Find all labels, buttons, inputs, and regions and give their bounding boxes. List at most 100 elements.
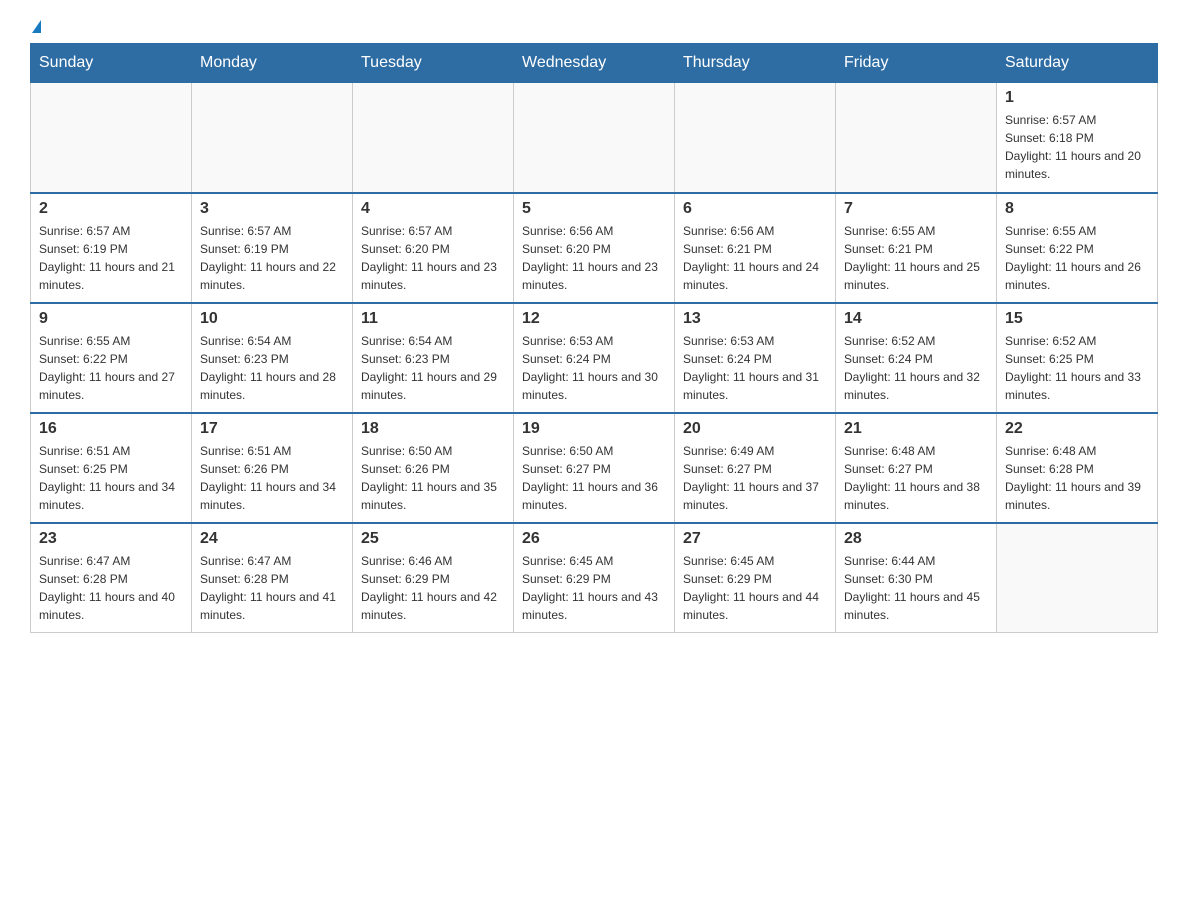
day-number: 3 — [200, 200, 344, 218]
day-info: Sunrise: 6:52 AM Sunset: 6:24 PM Dayligh… — [844, 332, 988, 404]
weekday-header-tuesday: Tuesday — [353, 44, 514, 83]
weekday-header-monday: Monday — [192, 44, 353, 83]
day-number: 23 — [39, 530, 183, 548]
day-info: Sunrise: 6:48 AM Sunset: 6:27 PM Dayligh… — [844, 442, 988, 514]
day-info: Sunrise: 6:54 AM Sunset: 6:23 PM Dayligh… — [200, 332, 344, 404]
calendar-cell: 26 Sunrise: 6:45 AM Sunset: 6:29 PM Dayli… — [514, 523, 675, 633]
calendar-cell — [836, 83, 997, 193]
day-info: Sunrise: 6:54 AM Sunset: 6:23 PM Dayligh… — [361, 332, 505, 404]
day-number: 6 — [683, 200, 827, 218]
day-number: 14 — [844, 310, 988, 328]
calendar-week-row-5: 23 Sunrise: 6:47 AM Sunset: 6:28 PM Dayli… — [31, 523, 1158, 633]
day-info: Sunrise: 6:56 AM Sunset: 6:21 PM Dayligh… — [683, 222, 827, 294]
calendar-cell: 7 Sunrise: 6:55 AM Sunset: 6:21 PM Daylig… — [836, 193, 997, 303]
day-info: Sunrise: 6:48 AM Sunset: 6:28 PM Dayligh… — [1005, 442, 1149, 514]
day-number: 18 — [361, 420, 505, 438]
day-number: 28 — [844, 530, 988, 548]
calendar-week-row-1: 1 Sunrise: 6:57 AM Sunset: 6:18 PM Daylig… — [31, 83, 1158, 193]
day-info: Sunrise: 6:44 AM Sunset: 6:30 PM Dayligh… — [844, 552, 988, 624]
calendar-cell: 22 Sunrise: 6:48 AM Sunset: 6:28 PM Dayli… — [997, 413, 1158, 523]
page-header — [30, 20, 1158, 33]
calendar-cell: 8 Sunrise: 6:55 AM Sunset: 6:22 PM Daylig… — [997, 193, 1158, 303]
day-number: 12 — [522, 310, 666, 328]
calendar-cell: 9 Sunrise: 6:55 AM Sunset: 6:22 PM Daylig… — [31, 303, 192, 413]
day-info: Sunrise: 6:47 AM Sunset: 6:28 PM Dayligh… — [39, 552, 183, 624]
calendar-cell: 13 Sunrise: 6:53 AM Sunset: 6:24 PM Dayli… — [675, 303, 836, 413]
weekday-header-wednesday: Wednesday — [514, 44, 675, 83]
calendar-cell: 27 Sunrise: 6:45 AM Sunset: 6:29 PM Dayli… — [675, 523, 836, 633]
calendar-cell: 16 Sunrise: 6:51 AM Sunset: 6:25 PM Dayli… — [31, 413, 192, 523]
day-info: Sunrise: 6:45 AM Sunset: 6:29 PM Dayligh… — [522, 552, 666, 624]
day-info: Sunrise: 6:45 AM Sunset: 6:29 PM Dayligh… — [683, 552, 827, 624]
day-number: 5 — [522, 200, 666, 218]
day-number: 7 — [844, 200, 988, 218]
day-info: Sunrise: 6:51 AM Sunset: 6:26 PM Dayligh… — [200, 442, 344, 514]
day-number: 8 — [1005, 200, 1149, 218]
day-number: 4 — [361, 200, 505, 218]
day-info: Sunrise: 6:53 AM Sunset: 6:24 PM Dayligh… — [522, 332, 666, 404]
calendar-cell: 5 Sunrise: 6:56 AM Sunset: 6:20 PM Daylig… — [514, 193, 675, 303]
day-number: 9 — [39, 310, 183, 328]
day-info: Sunrise: 6:57 AM Sunset: 6:19 PM Dayligh… — [39, 222, 183, 294]
calendar-cell: 4 Sunrise: 6:57 AM Sunset: 6:20 PM Daylig… — [353, 193, 514, 303]
calendar-cell: 2 Sunrise: 6:57 AM Sunset: 6:19 PM Daylig… — [31, 193, 192, 303]
day-info: Sunrise: 6:47 AM Sunset: 6:28 PM Dayligh… — [200, 552, 344, 624]
day-number: 1 — [1005, 89, 1149, 107]
calendar-cell: 15Sunrise: 6:52 AM Sunset: 6:25 PM Dayli… — [997, 303, 1158, 413]
calendar-cell: 18 Sunrise: 6:50 AM Sunset: 6:26 PM Dayli… — [353, 413, 514, 523]
day-number: 17 — [200, 420, 344, 438]
day-info: Sunrise: 6:57 AM Sunset: 6:18 PM Dayligh… — [1005, 111, 1149, 183]
calendar-cell: 1 Sunrise: 6:57 AM Sunset: 6:18 PM Daylig… — [997, 83, 1158, 193]
calendar-cell — [997, 523, 1158, 633]
calendar-table: SundayMondayTuesdayWednesdayThursdayFrid… — [30, 43, 1158, 633]
calendar-cell — [514, 83, 675, 193]
day-number: 10 — [200, 310, 344, 328]
calendar-week-row-2: 2 Sunrise: 6:57 AM Sunset: 6:19 PM Daylig… — [31, 193, 1158, 303]
day-number: 16 — [39, 420, 183, 438]
calendar-cell: 12 Sunrise: 6:53 AM Sunset: 6:24 PM Dayli… — [514, 303, 675, 413]
day-info: Sunrise: 6:53 AM Sunset: 6:24 PM Dayligh… — [683, 332, 827, 404]
day-number: 25 — [361, 530, 505, 548]
calendar-cell: 24 Sunrise: 6:47 AM Sunset: 6:28 PM Dayli… — [192, 523, 353, 633]
day-number: 2 — [39, 200, 183, 218]
day-number: 27 — [683, 530, 827, 548]
calendar-cell: 10 Sunrise: 6:54 AM Sunset: 6:23 PM Dayli… — [192, 303, 353, 413]
calendar-cell: 21 Sunrise: 6:48 AM Sunset: 6:27 PM Dayli… — [836, 413, 997, 523]
day-info: Sunrise: 6:55 AM Sunset: 6:22 PM Dayligh… — [1005, 222, 1149, 294]
weekday-header-sunday: Sunday — [31, 44, 192, 83]
day-info: Sunrise: 6:56 AM Sunset: 6:20 PM Dayligh… — [522, 222, 666, 294]
day-number: 13 — [683, 310, 827, 328]
day-number: 24 — [200, 530, 344, 548]
calendar-cell: 14 Sunrise: 6:52 AM Sunset: 6:24 PM Dayli… — [836, 303, 997, 413]
day-info: Sunrise: 6:55 AM Sunset: 6:22 PM Dayligh… — [39, 332, 183, 404]
calendar-cell — [192, 83, 353, 193]
day-info: Sunrise: 6:57 AM Sunset: 6:20 PM Dayligh… — [361, 222, 505, 294]
day-info: Sunrise: 6:51 AM Sunset: 6:25 PM Dayligh… — [39, 442, 183, 514]
logo — [30, 20, 41, 33]
day-number: 11 — [361, 310, 505, 328]
day-info: Sunrise: 6:46 AM Sunset: 6:29 PM Dayligh… — [361, 552, 505, 624]
calendar-cell: 20Sunrise: 6:49 AM Sunset: 6:27 PM Dayli… — [675, 413, 836, 523]
calendar-week-row-3: 9 Sunrise: 6:55 AM Sunset: 6:22 PM Daylig… — [31, 303, 1158, 413]
calendar-cell — [31, 83, 192, 193]
calendar-cell: 23 Sunrise: 6:47 AM Sunset: 6:28 PM Dayli… — [31, 523, 192, 633]
calendar-cell: 3 Sunrise: 6:57 AM Sunset: 6:19 PM Daylig… — [192, 193, 353, 303]
day-number: 26 — [522, 530, 666, 548]
day-info: Sunrise: 6:49 AM Sunset: 6:27 PM Dayligh… — [683, 442, 827, 514]
weekday-header-thursday: Thursday — [675, 44, 836, 83]
day-info: Sunrise: 6:55 AM Sunset: 6:21 PM Dayligh… — [844, 222, 988, 294]
day-number: 15 — [1005, 310, 1149, 328]
calendar-cell: 17 Sunrise: 6:51 AM Sunset: 6:26 PM Dayli… — [192, 413, 353, 523]
day-number: 19 — [522, 420, 666, 438]
day-info: Sunrise: 6:57 AM Sunset: 6:19 PM Dayligh… — [200, 222, 344, 294]
calendar-cell: 11 Sunrise: 6:54 AM Sunset: 6:23 PM Dayli… — [353, 303, 514, 413]
calendar-week-row-4: 16 Sunrise: 6:51 AM Sunset: 6:25 PM Dayli… — [31, 413, 1158, 523]
day-number: 21 — [844, 420, 988, 438]
calendar-cell — [353, 83, 514, 193]
day-info: Sunrise: 6:50 AM Sunset: 6:26 PM Dayligh… — [361, 442, 505, 514]
day-number: 22 — [1005, 420, 1149, 438]
day-info: Sunrise: 6:50 AM Sunset: 6:27 PM Dayligh… — [522, 442, 666, 514]
calendar-cell: 19 Sunrise: 6:50 AM Sunset: 6:27 PM Dayli… — [514, 413, 675, 523]
calendar-cell: 28 Sunrise: 6:44 AM Sunset: 6:30 PM Dayli… — [836, 523, 997, 633]
calendar-cell: 6 Sunrise: 6:56 AM Sunset: 6:21 PM Daylig… — [675, 193, 836, 303]
